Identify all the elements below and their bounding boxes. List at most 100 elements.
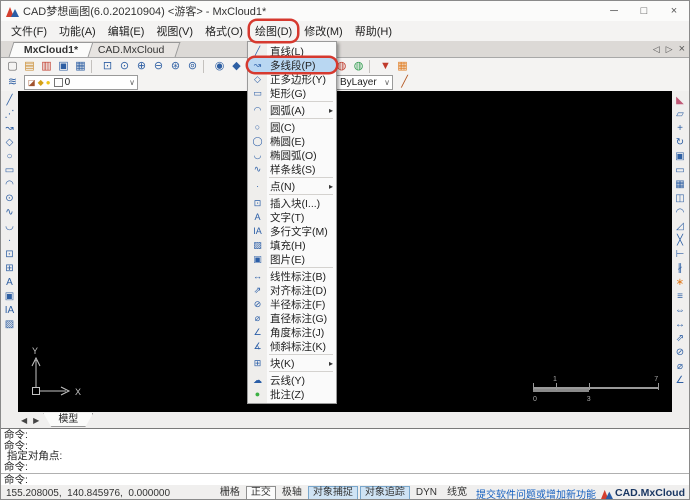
draw-menu-item-对齐标注(D)[interactable]: ⇗对齐标注(D) bbox=[248, 283, 336, 297]
draw-rectangle-icon[interactable]: ▭ bbox=[2, 164, 18, 178]
status-toggle-对象捕捉[interactable]: 对象捕捉 bbox=[308, 486, 358, 500]
draw-menu-item-圆(C)[interactable]: ○圆(C) bbox=[248, 120, 336, 134]
draw-menu-item-角度标注(J)[interactable]: ∠角度标注(J) bbox=[248, 325, 336, 339]
draw-menu-item-文字(T)[interactable]: A文字(T) bbox=[248, 210, 336, 224]
rotate-icon[interactable]: ↻ bbox=[672, 136, 688, 150]
zoom-extents-icon[interactable]: ⊛ bbox=[167, 59, 184, 74]
menu-item-编辑(E)[interactable]: 编辑(E) bbox=[103, 21, 150, 41]
create-block-icon[interactable]: ⊞ bbox=[2, 262, 18, 276]
tab-model[interactable]: 模型 bbox=[43, 413, 93, 427]
layout-next-icon[interactable]: ▶ bbox=[31, 416, 41, 425]
insert-image-icon[interactable]: ▣ bbox=[2, 290, 18, 304]
draw-menu-item-图片(E)[interactable]: ▣图片(E) bbox=[248, 252, 336, 266]
zoom-all-icon[interactable]: ⊚ bbox=[184, 59, 201, 74]
close-button[interactable]: × bbox=[659, 1, 689, 21]
draw-menu-item-插入块(I...)[interactable]: ⊡插入块(I...) bbox=[248, 196, 336, 210]
cloud-open-icon[interactable]: ▥ bbox=[38, 59, 55, 74]
menu-item-文件(F)[interactable]: 文件(F) bbox=[6, 21, 52, 41]
draw-menu-item-圆弧(A)[interactable]: ◠圆弧(A)▸ bbox=[248, 103, 336, 117]
layer-manager-icon[interactable]: ≋ bbox=[4, 75, 21, 90]
draw-menu-item-填充(H)[interactable]: ▨填充(H) bbox=[248, 238, 336, 252]
status-toggle-正交[interactable]: 正交 bbox=[246, 486, 276, 500]
new-file-icon[interactable]: ▢ bbox=[4, 59, 21, 74]
menu-item-帮助(H)[interactable]: 帮助(H) bbox=[350, 21, 397, 41]
open-file-icon[interactable]: ▤ bbox=[21, 59, 38, 74]
export-pdf-icon[interactable]: ▼ bbox=[377, 59, 394, 74]
feedback-link[interactable]: 提交软件问题或增加新功能 bbox=[473, 486, 599, 500]
draw-spline-icon[interactable]: ∿ bbox=[2, 206, 18, 220]
web-share-green-icon[interactable]: ◍ bbox=[350, 59, 367, 74]
draw-menu-item-椭圆弧(O)[interactable]: ◡椭圆弧(O) bbox=[248, 148, 336, 162]
menu-item-绘图(D)[interactable]: 绘图(D) bbox=[250, 21, 297, 41]
draw-menu-item-多线段(P)[interactable]: ↝多线段(P) bbox=[248, 58, 336, 72]
lengthen-icon[interactable]: ⇔ bbox=[672, 304, 688, 318]
find-icon[interactable]: ◉ bbox=[211, 59, 228, 74]
layout-prev-icon[interactable]: ◀ bbox=[19, 416, 29, 425]
draw-hatch-icon[interactable]: ▨ bbox=[2, 318, 18, 332]
save-all-icon[interactable]: ▦ bbox=[72, 59, 89, 74]
draw-xline-icon[interactable]: ⋰ bbox=[2, 108, 18, 122]
insert-block-icon[interactable]: ⊡ bbox=[2, 248, 18, 262]
status-toggle-对象追踪[interactable]: 对象追踪 bbox=[360, 486, 410, 500]
zoom-out-icon[interactable]: ⊖ bbox=[150, 59, 167, 74]
dim-diameter-icon[interactable]: ⌀ bbox=[672, 360, 688, 374]
break-icon[interactable]: ∦ bbox=[672, 262, 688, 276]
menu-item-修改(M)[interactable]: 修改(M) bbox=[299, 21, 348, 41]
screenshot-icon[interactable]: ▦ bbox=[394, 59, 411, 74]
brush-icon[interactable]: ◆ bbox=[228, 59, 245, 74]
save-icon[interactable]: ▣ bbox=[55, 59, 72, 74]
draw-arc-icon[interactable]: ◠ bbox=[2, 178, 18, 192]
minimize-button[interactable]: ─ bbox=[599, 1, 629, 21]
draw-point-icon[interactable]: ∙ bbox=[2, 234, 18, 248]
status-toggle-DYN[interactable]: DYN bbox=[412, 487, 441, 499]
draw-menu-item-多行文字(M)[interactable]: IA多行文字(M) bbox=[248, 224, 336, 238]
tab-close-icon[interactable]: × bbox=[679, 43, 685, 55]
status-toggle-极轴[interactable]: 极轴 bbox=[278, 487, 306, 499]
dim-radius-icon[interactable]: ⊘ bbox=[672, 346, 688, 360]
tab-scroll-left-icon[interactable]: ◁ bbox=[653, 44, 660, 55]
draw-line-icon[interactable]: ╱ bbox=[2, 94, 18, 108]
copy-icon[interactable]: ▱ bbox=[672, 108, 688, 122]
draw-menu-item-云线(Y)[interactable]: ☁云线(Y) bbox=[248, 373, 336, 387]
draw-ellipse-icon[interactable]: ○ bbox=[2, 150, 18, 164]
draw-menu-item-倾斜标注(K)[interactable]: ∡倾斜标注(K) bbox=[248, 339, 336, 353]
layer-combobox[interactable]: ◪◆● 0 ∨ bbox=[24, 75, 138, 90]
stretch-icon[interactable]: ▭ bbox=[672, 164, 688, 178]
document-tab-CAD.MxCloud[interactable]: CAD.MxCloud bbox=[83, 42, 180, 57]
drawing-canvas[interactable]: Y X 1703 bbox=[18, 91, 672, 412]
erase-icon[interactable]: ◣ bbox=[672, 94, 688, 108]
status-toggle-线宽[interactable]: 线宽 bbox=[443, 487, 471, 499]
draw-menu-item-批注(Z)[interactable]: ●批注(Z) bbox=[248, 387, 336, 401]
menu-item-格式(O)[interactable]: 格式(O) bbox=[200, 21, 248, 41]
draw-menu-item-样条线(S)[interactable]: ∿样条线(S) bbox=[248, 162, 336, 176]
document-tab-MxCloud1*[interactable]: MxCloud1* bbox=[9, 42, 94, 57]
dim-aligned-icon[interactable]: ⇗ bbox=[672, 332, 688, 346]
move-icon[interactable]: + bbox=[672, 122, 688, 136]
dim-angular-icon[interactable]: ∠ bbox=[672, 374, 688, 388]
dim-linear-icon[interactable]: ↔ bbox=[672, 318, 688, 332]
fillet-icon[interactable]: ◠ bbox=[672, 206, 688, 220]
zoom-in-icon[interactable]: ⊕ bbox=[133, 59, 150, 74]
draw-menu-item-矩形(G)[interactable]: ▭矩形(G) bbox=[248, 86, 336, 100]
draw-mtext-icon[interactable]: IA bbox=[2, 304, 18, 318]
tab-scroll-right-icon[interactable]: ▷ bbox=[666, 44, 673, 55]
extend-icon[interactable]: ⊢ bbox=[672, 248, 688, 262]
draw-menu-item-点(N)[interactable]: ∙点(N)▸ bbox=[248, 179, 336, 193]
status-toggle-栅格[interactable]: 栅格 bbox=[216, 487, 244, 499]
scale-icon[interactable]: ▣ bbox=[672, 150, 688, 164]
zoom-window-icon[interactable]: ⊡ bbox=[99, 59, 116, 74]
trim-icon[interactable]: ╳ bbox=[672, 234, 688, 248]
draw-menu-item-块(K)[interactable]: ⊞块(K)▸ bbox=[248, 356, 336, 370]
lineweight-icon[interactable]: ╱ bbox=[396, 75, 413, 90]
draw-circle-icon[interactable]: ⊙ bbox=[2, 192, 18, 206]
explode-icon[interactable]: ∗ bbox=[672, 276, 688, 290]
draw-menu-item-椭圆(E)[interactable]: ◯椭圆(E) bbox=[248, 134, 336, 148]
array-icon[interactable]: ▦ bbox=[672, 178, 688, 192]
draw-menu-item-直径标注(G)[interactable]: ⌀直径标注(G) bbox=[248, 311, 336, 325]
draw-text-icon[interactable]: A bbox=[2, 276, 18, 290]
draw-polyline-icon[interactable]: ↝ bbox=[2, 122, 18, 136]
draw-menu-item-正多边形(Y)[interactable]: ◇正多边形(Y) bbox=[248, 72, 336, 86]
menu-item-视图(V)[interactable]: 视图(V) bbox=[151, 21, 198, 41]
zoom-dynamic-icon[interactable]: ⊙ bbox=[116, 59, 133, 74]
mirror-icon[interactable]: ◫ bbox=[672, 192, 688, 206]
